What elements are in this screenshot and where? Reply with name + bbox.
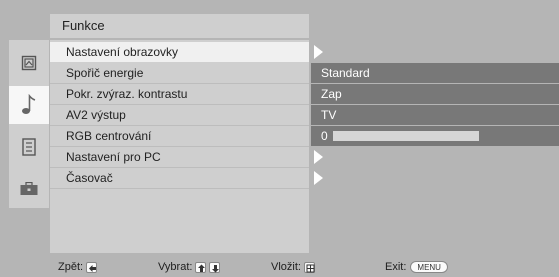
features-toolbox-icon (20, 182, 38, 195)
menu-item-timer[interactable]: Časovač (50, 168, 309, 188)
category-sidebar (9, 40, 49, 208)
select-hint: Vybrat: (158, 261, 221, 273)
sound-icon (22, 94, 36, 114)
exit-hint: Exit: MENU (385, 261, 448, 273)
back-hint: Zpět: (58, 261, 98, 273)
channel-setup-icon (22, 138, 36, 156)
button-guide: Zpět: Vybrat: Vložit: Exit: MENU (0, 258, 559, 277)
sidebar-item-channel-setup[interactable] (9, 128, 49, 166)
left-arrow-key-icon (86, 261, 98, 273)
sidebar-item-picture[interactable] (9, 44, 49, 82)
menu-item-label: Spořič energie (66, 66, 144, 80)
rgb-centre-value: 0 (311, 126, 559, 146)
sidebar-item-sound[interactable] (9, 86, 49, 124)
back-label: Zpět: (58, 261, 84, 273)
up-arrow-key-icon (195, 261, 207, 273)
sidebar-item-features[interactable] (9, 170, 49, 208)
menu-item-label: Pokr. zvýraz. kontrastu (66, 87, 188, 101)
menu-item-contrast-enhancer[interactable]: Pokr. zvýraz. kontrastu (50, 84, 309, 104)
picture-icon (21, 55, 37, 71)
tv-menu-screen: Funkce Nastavení obrazovky Spořič energi… (0, 0, 559, 277)
menu-header: Funkce (50, 14, 309, 38)
power-saving-value: Standard (311, 63, 559, 83)
menu-item-label: AV2 výstup (66, 108, 126, 122)
av2-output-value: TV (311, 105, 559, 125)
submenu-arrow-icon (314, 171, 323, 185)
menu-item-power-saving[interactable]: Spořič energie (50, 63, 309, 83)
contrast-enhancer-value: Zap (311, 84, 559, 104)
row-divider (50, 188, 309, 189)
submenu-arrow-icon (314, 150, 323, 164)
exit-label: Exit: (385, 261, 407, 273)
menu-item-label: Nastavení pro PC (66, 150, 161, 164)
menu-item-label: Časovač (66, 171, 113, 185)
value-text: TV (321, 108, 337, 122)
select-label: Vybrat: (158, 261, 193, 273)
menu-item-av2-output[interactable]: AV2 výstup (50, 105, 309, 125)
menu-item-pc-settings[interactable]: Nastavení pro PC (50, 147, 309, 167)
value-text: 0 (321, 129, 328, 143)
menu-key-icon: MENU (410, 261, 448, 273)
menu-item-label: RGB centrování (66, 129, 152, 143)
page-title: Funkce (62, 18, 105, 33)
rgb-centre-slider[interactable] (333, 131, 479, 141)
menu-item-label: Nastavení obrazovky (66, 45, 179, 59)
value-text: Standard (321, 66, 370, 80)
menu-item-rgb-centre[interactable]: RGB centrování (50, 126, 309, 146)
enter-label: Vložit: (271, 261, 301, 273)
menu-item-screen-settings[interactable]: Nastavení obrazovky (50, 42, 309, 62)
submenu-arrow-icon (314, 45, 323, 59)
enter-hint: Vložit: (271, 261, 315, 273)
value-text: Zap (321, 87, 342, 101)
down-arrow-key-icon (209, 261, 221, 273)
enter-key-icon (303, 261, 315, 273)
